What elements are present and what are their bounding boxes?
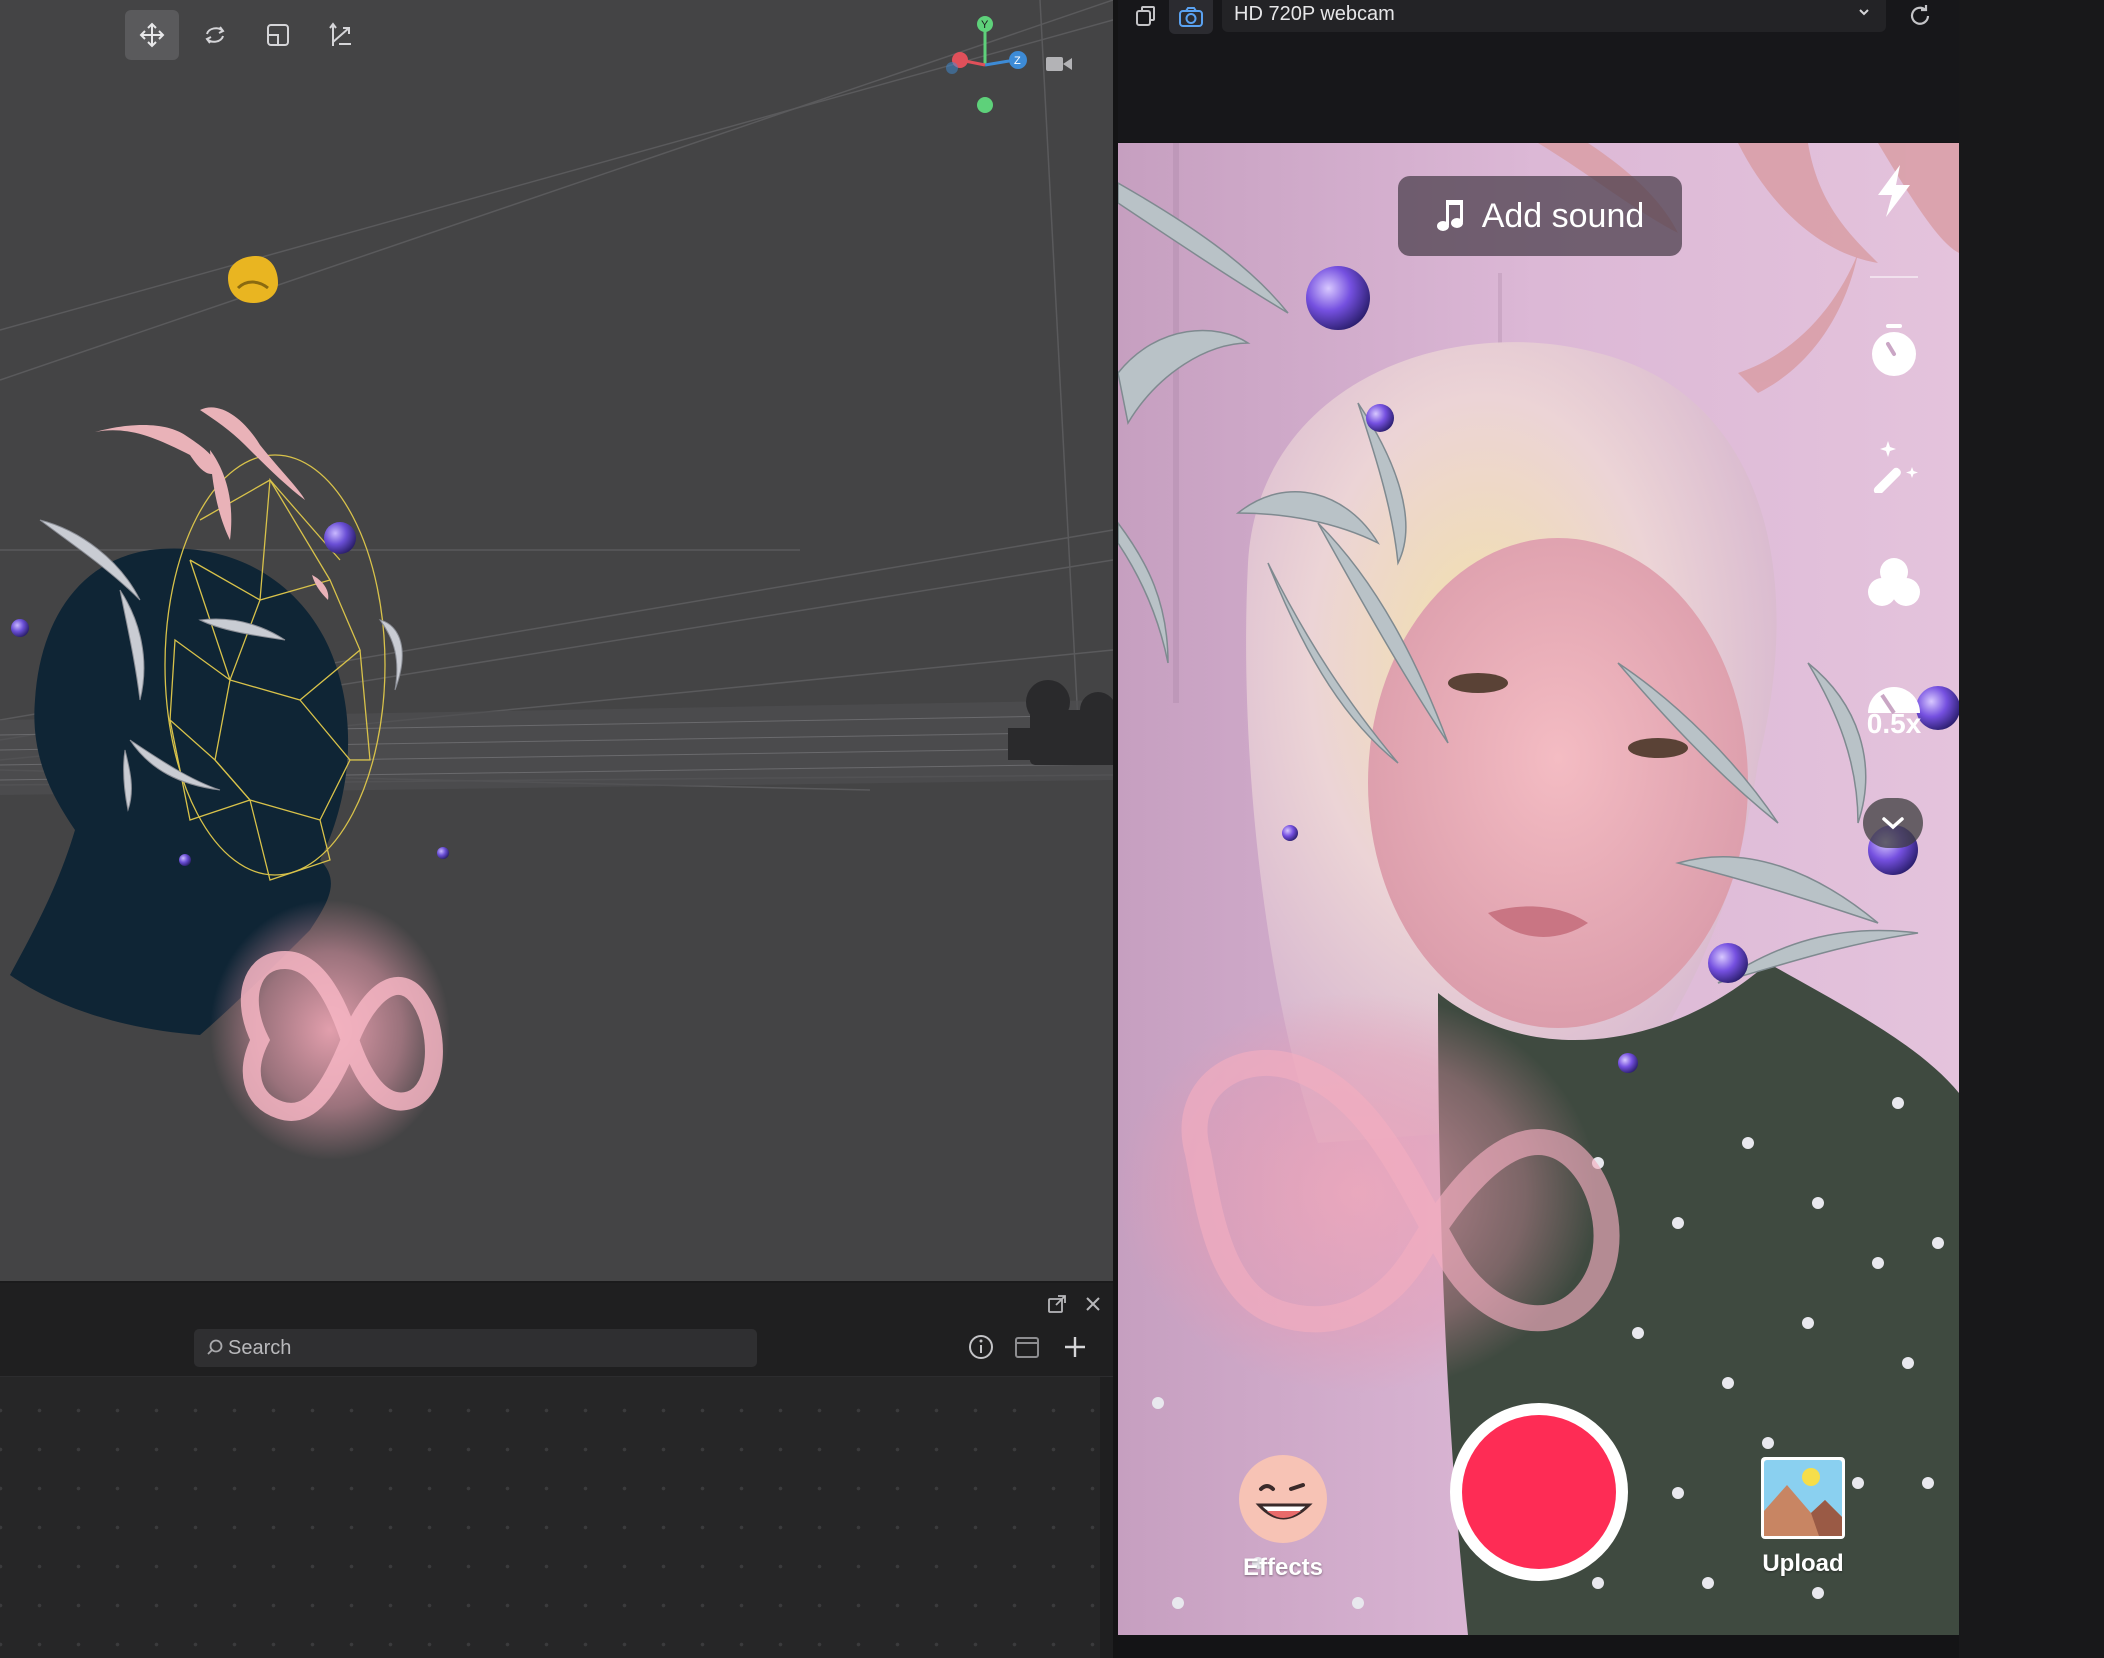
side-divider	[1870, 276, 1918, 278]
info-button[interactable]	[965, 1331, 997, 1363]
rotate-tool-button[interactable]	[188, 10, 242, 60]
right-margin	[1959, 0, 2104, 1658]
music-note-icon	[1436, 200, 1463, 231]
purple-sphere	[179, 854, 191, 866]
record-button[interactable]	[1450, 1403, 1628, 1581]
move-tool-button[interactable]	[125, 10, 179, 60]
camera-source-button[interactable]	[1169, 0, 1213, 34]
add-button[interactable]	[1059, 1331, 1091, 1363]
enhance-button[interactable]	[1862, 433, 1926, 497]
timer-button[interactable]	[1862, 318, 1926, 382]
magic-wand-icon	[1873, 441, 1918, 493]
timer-icon	[1872, 324, 1916, 376]
close-icon	[1086, 1297, 1100, 1311]
viewport-camera-icon	[1046, 57, 1072, 71]
axis-y-label: Y	[981, 19, 989, 31]
flash-icon	[1878, 165, 1910, 217]
transform-icon	[329, 22, 351, 46]
search-icon	[207, 1339, 223, 1355]
light-object	[228, 256, 278, 303]
copy-icon	[1136, 6, 1155, 26]
scene-render: Y Z	[0, 0, 1113, 1160]
effects-label: Effects	[1242, 1554, 1324, 1581]
info-icon	[969, 1335, 993, 1359]
rotate-icon	[205, 26, 225, 44]
purple-sphere	[324, 522, 356, 554]
camera-icon	[1179, 7, 1203, 27]
add-sound-label: Add sound	[1481, 196, 1645, 235]
folder-button[interactable]	[1011, 1331, 1043, 1363]
face-shape	[1368, 538, 1748, 1028]
refresh-icon	[1910, 5, 1930, 25]
filters-button[interactable]	[1862, 551, 1926, 615]
refresh-button[interactable]	[1904, 0, 1936, 32]
camera-select-label: HD 720P webcam	[1234, 3, 1395, 25]
add-sound-button[interactable]: Add sound	[1398, 176, 1682, 256]
effects-emoji-icon	[1239, 1455, 1327, 1543]
plus-icon	[1065, 1337, 1085, 1357]
duplicate-preview-button[interactable]	[1130, 0, 1162, 32]
bottom-panel	[0, 1283, 1113, 1658]
purple-sphere	[1366, 404, 1394, 432]
scale-icon	[267, 24, 289, 46]
panel-header	[0, 1283, 1113, 1377]
purple-sphere	[1282, 825, 1298, 841]
effects-button[interactable]: Effects	[1218, 1453, 1348, 1582]
infinity-glow-preview	[1118, 993, 1598, 1393]
filters-icon	[1868, 558, 1920, 606]
infinity-glow	[210, 900, 450, 1160]
upload-button[interactable]: Upload	[1738, 1455, 1868, 1578]
scale-tool-button[interactable]	[251, 10, 305, 60]
purple-sphere	[11, 619, 29, 637]
close-panel-button[interactable]	[1080, 1291, 1106, 1317]
speed-label: 0.5x	[1866, 708, 1922, 739]
search-input[interactable]	[228, 1334, 728, 1362]
popout-button[interactable]	[1044, 1291, 1070, 1317]
camera-feed: Add sound 0.5x Effects Upload	[1118, 143, 1959, 1635]
chevron-down-icon	[1882, 817, 1904, 830]
search-box[interactable]	[194, 1329, 757, 1367]
record-button-fill	[1462, 1415, 1616, 1569]
preview-toolbar: HD 720P webcam	[1118, 0, 1959, 142]
chevron-down-icon	[1859, 9, 1869, 16]
purple-sphere	[1618, 1053, 1638, 1073]
panel-window-icon	[1015, 1337, 1039, 1358]
camera-select[interactable]: HD 720P webcam	[1222, 0, 1886, 32]
move-icon	[139, 22, 165, 48]
purple-sphere	[437, 847, 449, 859]
popout-icon	[1048, 1295, 1066, 1313]
transform-tool-button[interactable]	[313, 10, 367, 60]
more-options-button[interactable]	[1863, 798, 1923, 848]
scene-viewport[interactable]: Y Z	[0, 0, 1113, 1281]
panel-dot-grid	[0, 1377, 1100, 1658]
image-gallery-icon	[1761, 1457, 1845, 1539]
upload-label: Upload	[1762, 1550, 1844, 1577]
purple-sphere	[1306, 266, 1370, 330]
purple-sphere	[1708, 943, 1748, 983]
axis-z-label: Z	[1014, 55, 1021, 67]
flash-button[interactable]	[1862, 159, 1926, 223]
axis-gizmo: Y Z	[946, 16, 1027, 113]
